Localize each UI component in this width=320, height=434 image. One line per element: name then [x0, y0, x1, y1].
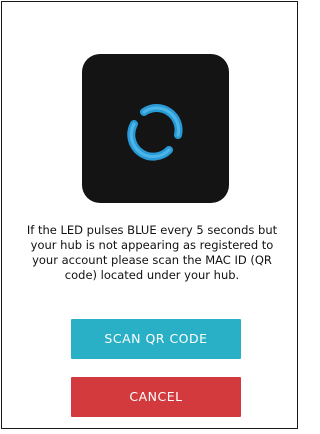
hub-image [82, 54, 229, 203]
dialog-panel: If the LED pulses BLUE every 5 seconds b… [1, 1, 298, 429]
cancel-button[interactable]: CANCEL [71, 377, 241, 417]
instruction-message: If the LED pulses BLUE every 5 seconds b… [26, 223, 278, 282]
hub-led-ring-icon [127, 104, 183, 161]
scan-qr-code-button[interactable]: SCAN QR CODE [71, 319, 241, 359]
